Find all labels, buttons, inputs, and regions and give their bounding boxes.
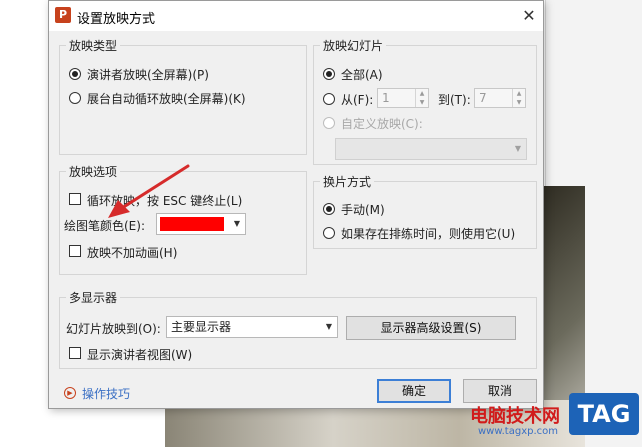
custom-show-radio[interactable] <box>323 117 335 129</box>
watermark-site-name: 电脑技术网 <box>470 406 560 427</box>
show-type-group: 放映类型 演讲者放映(全屏幕)(P) 展台自动循环放映(全屏幕)(K) <box>59 37 307 155</box>
all-slides-label[interactable]: 全部(A) <box>341 66 383 83</box>
monitor-select[interactable]: 主要显示器 ▼ <box>166 316 338 338</box>
presenter-view-checkbox[interactable] <box>69 347 81 359</box>
to-label: 到(T): <box>438 93 471 107</box>
all-slides-radio[interactable] <box>323 68 335 80</box>
show-type-label: 放映类型 <box>66 37 121 54</box>
manual-advance-radio[interactable] <box>323 203 335 215</box>
multi-monitor-label: 多显示器 <box>66 289 121 306</box>
play-help-icon[interactable]: ▶ <box>64 387 76 399</box>
no-animation-checkbox[interactable] <box>69 245 81 257</box>
tag-logo: TAG <box>569 393 639 435</box>
custom-show-select[interactable]: ▼ <box>335 138 527 160</box>
pen-color-label: 绘图笔颜色(E): <box>64 219 145 233</box>
advanced-monitor-settings-button[interactable]: 显示器高级设置(S) <box>346 316 516 340</box>
show-options-label: 放映选项 <box>66 163 121 180</box>
watermark-url: www.tagxp.com <box>478 426 558 437</box>
presentation-app-icon: P <box>55 7 71 23</box>
show-options-group: 放映选项 循环放映，按 ESC 键终止(L) 绘图笔颜色(E): ▼ 放映不加动… <box>59 163 307 275</box>
from-slide-value: 1 <box>382 91 390 105</box>
pen-color-swatch <box>160 217 224 231</box>
chevron-down-icon: ▼ <box>514 144 522 153</box>
kiosk-mode-radio[interactable] <box>69 92 81 104</box>
presenter-view-label[interactable]: 显示演讲者视图(W) <box>87 346 192 363</box>
monitor-select-value: 主要显示器 <box>171 320 232 334</box>
cancel-button[interactable]: 取消 <box>463 379 537 403</box>
use-timings-radio[interactable] <box>323 227 335 239</box>
from-slide-spinner[interactable]: 1 ▲ ▼ <box>377 88 429 108</box>
ok-button[interactable]: 确定 <box>377 379 451 403</box>
manual-advance-label[interactable]: 手动(M) <box>341 201 385 218</box>
range-slides-radio[interactable] <box>323 93 335 105</box>
loop-label[interactable]: 循环放映，按 ESC 键终止(L) <box>87 192 242 209</box>
loop-checkbox[interactable] <box>69 193 81 205</box>
kiosk-mode-label[interactable]: 展台自动循环放映(全屏幕)(K) <box>87 90 246 107</box>
advance-slides-group: 换片方式 手动(M) 如果存在排练时间，则使用它(U) <box>313 173 537 249</box>
multi-monitor-group: 多显示器 幻灯片放映到(O): 主要显示器 ▼ 显示器高级设置(S) 显示演讲者… <box>59 289 537 369</box>
close-button[interactable]: ✕ <box>519 6 539 26</box>
to-slide-value: 7 <box>479 91 487 105</box>
slideshow-settings-dialog: P 设置放映方式 ✕ 放映类型 演讲者放映(全屏幕)(P) 展台自动循环放映(全… <box>48 0 544 409</box>
operation-tips-link[interactable]: 操作技巧 <box>82 385 130 402</box>
pen-color-picker[interactable]: ▼ <box>156 213 246 235</box>
slides-range-group: 放映幻灯片 全部(A) 从(F): 1 ▲ ▼ 到(T): 7 ▲ ▼ 自定义放映(… <box>313 37 537 165</box>
no-animation-label[interactable]: 放映不加动画(H) <box>87 244 177 261</box>
to-spinner-arrows-icon[interactable]: ▲ ▼ <box>512 89 525 107</box>
from-spinner-arrows-icon[interactable]: ▲ ▼ <box>415 89 428 107</box>
custom-show-label: 自定义放映(C): <box>341 117 423 131</box>
chevron-down-icon: ▼ <box>233 219 241 228</box>
use-timings-label[interactable]: 如果存在排练时间，则使用它(U) <box>341 225 515 242</box>
presenter-mode-radio[interactable] <box>69 68 81 80</box>
from-label: 从(F): <box>341 93 374 107</box>
advance-slides-label: 换片方式 <box>320 173 375 190</box>
dialog-title: 设置放映方式 <box>77 12 156 27</box>
presenter-mode-label[interactable]: 演讲者放映(全屏幕)(P) <box>87 66 209 83</box>
show-on-label: 幻灯片放映到(O): <box>66 322 161 336</box>
slides-range-label: 放映幻灯片 <box>320 37 387 54</box>
to-slide-spinner[interactable]: 7 ▲ ▼ <box>474 88 526 108</box>
title-bar: P 设置放映方式 ✕ <box>49 1 543 31</box>
chevron-down-icon: ▼ <box>325 322 333 331</box>
